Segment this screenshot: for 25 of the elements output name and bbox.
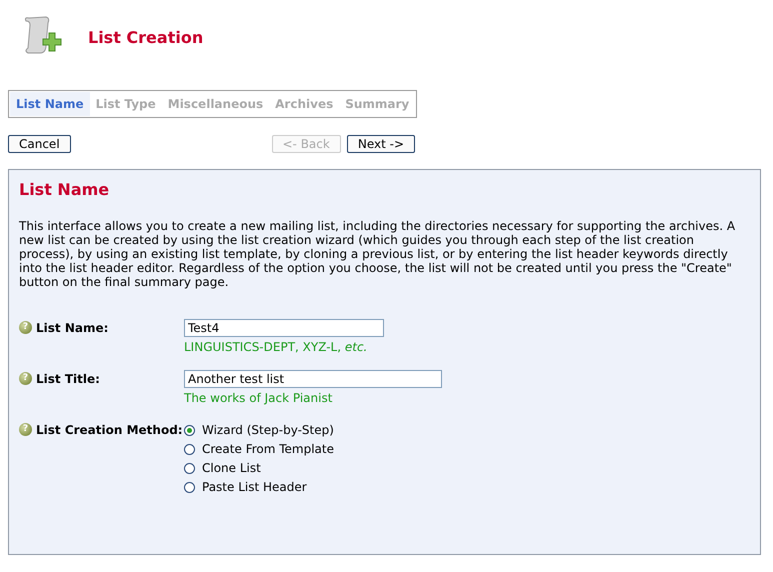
field-hint: The works of Jack Pianist xyxy=(184,391,332,405)
radio-button[interactable] xyxy=(184,482,195,492)
text-field[interactable]: Test4 xyxy=(184,319,384,337)
field-hint: LINGUISTICS-DEPT, XYZ-L, etc. xyxy=(184,340,368,354)
radio-button[interactable] xyxy=(184,424,195,436)
field-label: List Title: xyxy=(36,372,100,386)
nav-button[interactable]: Cancel xyxy=(8,135,71,153)
step-tab[interactable]: List Name xyxy=(10,92,90,116)
radio-label[interactable]: Clone List xyxy=(202,461,261,475)
radio-label[interactable]: Create From Template xyxy=(202,442,334,456)
field-label: List Name: xyxy=(36,321,108,335)
page-title: List Creation xyxy=(88,28,204,46)
radio-button[interactable] xyxy=(184,462,195,474)
radio-button[interactable] xyxy=(184,444,195,454)
text-field[interactable]: Another test list xyxy=(184,370,442,388)
nav-button[interactable]: Next -> xyxy=(346,135,415,153)
section-title: List Name xyxy=(19,180,110,199)
step-tab[interactable]: Summary xyxy=(339,92,416,116)
radio-label[interactable]: Wizard (Step-by-Step) xyxy=(202,423,334,437)
step-tab[interactable]: List Type xyxy=(90,92,162,116)
radio-label[interactable]: Paste List Header xyxy=(202,480,307,494)
field-label: List Creation Method: xyxy=(36,423,183,437)
step-tab[interactable]: Archives xyxy=(269,92,340,116)
step-tab[interactable]: Miscellaneous xyxy=(162,92,270,116)
intro-paragraph: This interface allows you to create a new mailing list, including the directories necessary for supporting the archives. A new list can be created by using the list creation wizard (which guides you through each step of the list creation process), by using an existing list template, by cloning a previous list, or by entering the list header keywords directly into the list header editor. Regardless of the option you choose, the list will not be created until you press the "Create" button on the final summary page. xyxy=(19,219,736,289)
